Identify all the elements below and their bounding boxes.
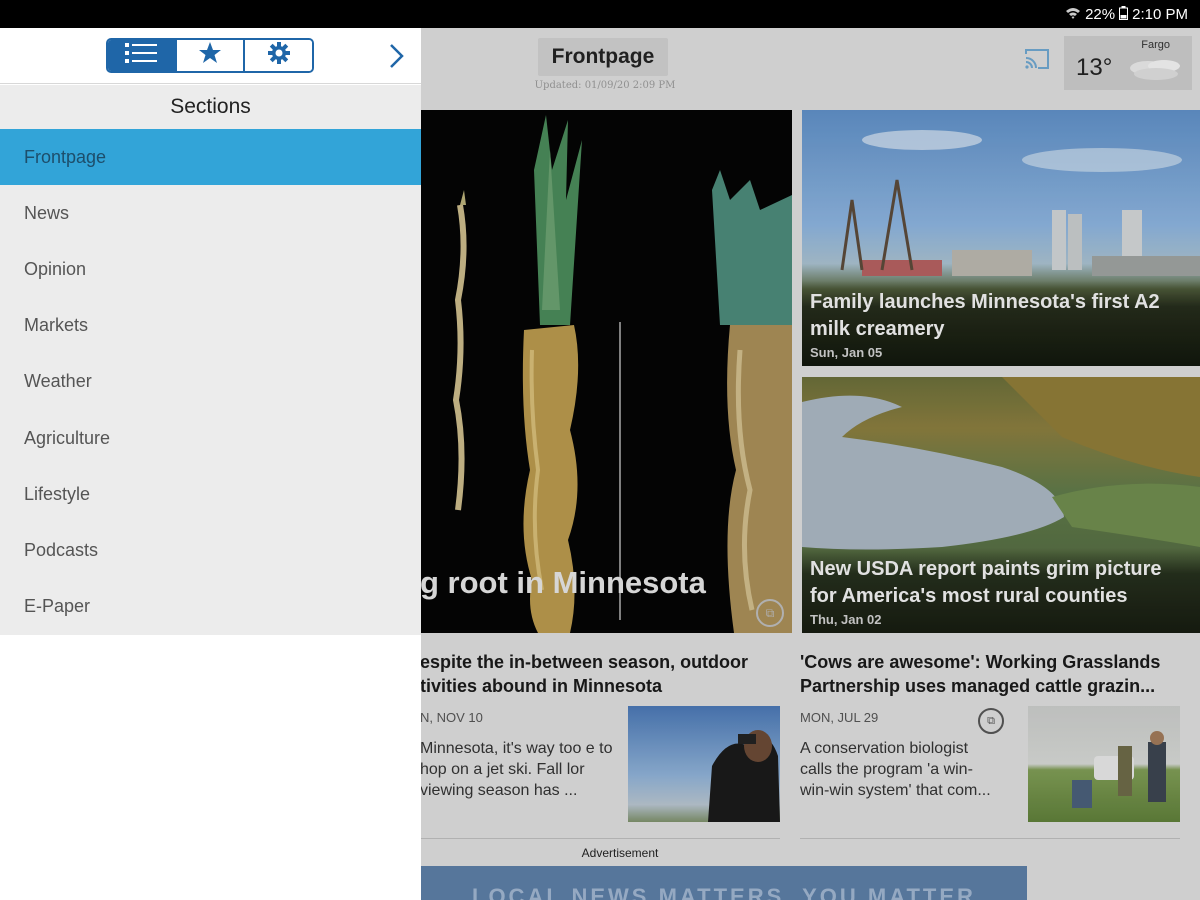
favorites-tab[interactable] [174, 40, 244, 71]
hero-image [420, 110, 792, 633]
article-card[interactable]: Family launches Minnesota's first A2 mil… [802, 110, 1200, 366]
card-caption: New USDA report paints grim picture for … [802, 548, 1200, 633]
menu-item-agriculture[interactable]: Agriculture [0, 410, 421, 466]
weather-widget[interactable]: Fargo 13° [1064, 36, 1192, 90]
drawer-toolbar [0, 28, 421, 84]
menu-item-podcasts[interactable]: Podcasts [0, 522, 421, 578]
grassland-image [1028, 706, 1180, 822]
ad-banner[interactable]: LOCAL NEWS MATTERS. YOU MATTER. [420, 866, 1027, 900]
hero-article[interactable]: g root in Minnesota ⧉ [420, 110, 792, 633]
page-title: Frontpage [538, 38, 668, 76]
battery-percent: 22% [1085, 5, 1116, 23]
list-icon [125, 42, 158, 69]
story-title-line1: 'Cows are awesome': Working Grasslands [800, 652, 1161, 672]
story-item[interactable]: espite the in-between season, outdoor ti… [420, 650, 790, 835]
story-title-line1: espite the in-between season, outdoor [420, 652, 749, 672]
ad-banner-text: LOCAL NEWS MATTERS. YOU MATTER. [472, 884, 986, 900]
card-date: Thu, Jan 02 [810, 612, 882, 627]
story-title-line2: tivities abound in Minnesota [420, 676, 663, 696]
navigation-drawer: Sections Frontpage News Opinion Markets … [0, 28, 421, 900]
ad-label: Advertisement [581, 846, 659, 860]
weather-city: Fargo [1141, 39, 1170, 51]
menu-item-e-paper[interactable]: E-Paper [0, 579, 421, 635]
card-date: Sun, Jan 05 [810, 345, 883, 360]
clock: 2:10 PM [1132, 5, 1188, 23]
story-snippet: Minnesota, it's way too e to hop on a je… [420, 740, 613, 799]
menu-item-lifestyle[interactable]: Lifestyle [0, 466, 421, 522]
card-caption: Family launches Minnesota's first A2 mil… [802, 281, 1200, 366]
drawer-tab-switcher [106, 38, 314, 73]
wifi-icon [1065, 7, 1081, 22]
divider [420, 838, 780, 839]
gear-icon [267, 41, 291, 70]
cast-icon[interactable] [1024, 48, 1050, 70]
menu-item-frontpage[interactable]: Frontpage [0, 129, 421, 186]
app-header: Frontpage Updated: 01/09/20 2:09 PM Farg… [420, 28, 1200, 108]
menu-item-opinion[interactable]: Opinion [0, 241, 421, 297]
card-title: New USDA report paints grim picture for … [810, 558, 1162, 607]
article-card[interactable]: New USDA report paints grim picture for … [802, 377, 1200, 633]
menu-item-weather[interactable]: Weather [0, 354, 421, 410]
gallery-icon: ⧉ [756, 599, 784, 627]
sections-menu: Frontpage News Opinion Markets Weather A… [0, 129, 421, 635]
updated-timestamp: Updated: 01/09/20 2:09 PM [534, 80, 676, 91]
story-date: MON, JUL 29 [800, 710, 879, 725]
weather-temp: 13° [1076, 54, 1113, 81]
settings-tab[interactable] [243, 40, 312, 71]
story-item[interactable]: 'Cows are awesome': Working Grasslands P… [800, 650, 1200, 835]
star-icon [198, 41, 222, 70]
birdwatcher-image [628, 706, 780, 822]
chevron-right-icon[interactable] [382, 41, 410, 71]
card-title: Family launches Minnesota's first A2 mil… [810, 291, 1160, 340]
hero-title: g root in Minnesota [420, 565, 706, 600]
story-title-line2: Partnership uses managed cattle grazin..… [800, 676, 1156, 696]
menu-item-markets[interactable]: Markets [0, 298, 421, 354]
status-bar: 22% 2:10 PM [0, 0, 1200, 28]
story-date: N, NOV 10 [420, 710, 483, 725]
story-snippet: A conservation biologist calls the progr… [800, 740, 991, 799]
cloudy-icon [1124, 54, 1186, 84]
battery-icon [1119, 5, 1129, 23]
menu-item-news[interactable]: News [0, 185, 421, 241]
sections-heading: Sections [0, 85, 421, 129]
gallery-icon: ⧉ [978, 708, 1004, 734]
divider [800, 838, 1180, 839]
sections-tab[interactable] [108, 40, 175, 71]
